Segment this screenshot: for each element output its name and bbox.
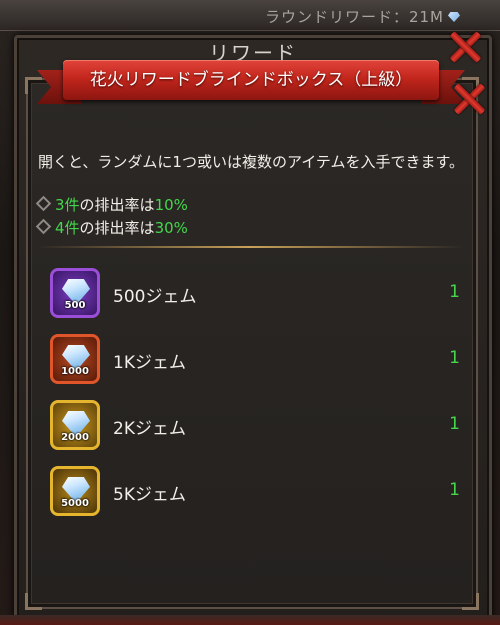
drop-rate-line: 3件の排出率は10%: [35, 194, 188, 215]
gem-5000-icon[interactable]: 5000: [50, 466, 100, 516]
reward-row: 500 500ジェム 1: [50, 268, 460, 318]
frame-corner: [25, 77, 42, 94]
icon-number: 500: [64, 300, 86, 311]
drop-rate-line: 4件の排出率は30%: [35, 217, 188, 238]
rate-count: 3件: [55, 196, 80, 214]
reward-row: 2000 2Kジェム 1: [50, 400, 460, 450]
top-status-strip: ラウンドリワード：21M: [0, 0, 500, 31]
gem-icon: [448, 12, 460, 22]
title-ribbon: 花火リワードブラインドボックス（上級）: [37, 58, 447, 106]
section-divider: [36, 246, 464, 248]
diamond-bullet-icon: [35, 195, 52, 212]
rate-text: の排出率は: [79, 196, 155, 214]
reward-name: 500ジェム: [113, 287, 197, 307]
reward-name: 1Kジェム: [113, 353, 186, 373]
reward-quantity: 1: [449, 348, 460, 368]
gem-2000-icon[interactable]: 2000: [50, 400, 100, 450]
rate-text: の排出率は: [79, 219, 155, 237]
gem-500-icon[interactable]: 500: [50, 268, 100, 318]
icon-number: 1000: [61, 366, 89, 377]
reward-quantity: 1: [449, 282, 460, 302]
icon-number: 2000: [61, 432, 89, 443]
rate-count: 4件: [55, 219, 80, 237]
rate-percent: 10%: [154, 196, 188, 214]
bottom-scene-strip: [0, 615, 500, 625]
frame-corner: [25, 593, 42, 610]
diamond-bullet-icon: [35, 218, 52, 235]
reward-name: 5Kジェム: [113, 485, 186, 505]
reward-row: 1000 1Kジェム 1: [50, 334, 460, 384]
frame-corner: [462, 593, 479, 610]
outer-close-button[interactable]: [448, 30, 482, 64]
round-reward-label: ラウンドリワード：21M: [265, 6, 460, 27]
reward-quantity: 1: [449, 414, 460, 434]
gem-1000-icon[interactable]: 1000: [50, 334, 100, 384]
close-button[interactable]: [452, 82, 486, 116]
rate-percent: 30%: [154, 219, 188, 237]
reward-name: 2Kジェム: [113, 419, 186, 439]
description-text: 開くと、ランダムに1つ或いは複数のアイテムを入手できます。: [38, 153, 464, 171]
reward-row: 5000 5Kジェム 1: [50, 466, 460, 516]
dialog-title: 花火リワードブラインドボックス（上級）: [89, 70, 413, 90]
reward-quantity: 1: [449, 480, 460, 500]
icon-number: 5000: [61, 498, 89, 509]
